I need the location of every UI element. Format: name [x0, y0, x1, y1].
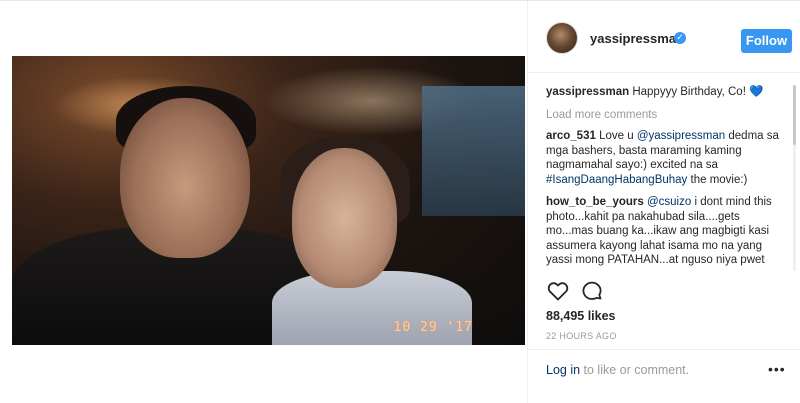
post-side-panel: yassipressman ✓ Follow yassipressman Hap…	[527, 1, 800, 403]
login-link[interactable]: Log in	[546, 363, 580, 377]
post-header: yassipressman ✓ Follow	[528, 1, 800, 73]
comment-text: the movie:)	[687, 173, 748, 186]
caption-username[interactable]: yassipressman	[546, 86, 629, 98]
person-face	[292, 148, 397, 288]
comment-mention[interactable]: @yassipressman	[637, 130, 725, 142]
comments-list: yassipressman Happyyy Birthday, Co! 💙 Lo…	[546, 85, 786, 271]
comment-text: Love u	[599, 130, 637, 142]
header-username[interactable]: yassipressman	[590, 31, 684, 46]
comment-username[interactable]: how_to_be_yours	[546, 196, 644, 208]
divider	[528, 349, 800, 350]
likes-count[interactable]: 88,495 likes	[546, 309, 616, 323]
comment-username[interactable]: arco_531	[546, 130, 596, 142]
avatar[interactable]	[546, 22, 578, 54]
comments-scrollbar[interactable]	[792, 85, 797, 271]
login-prompt: Log in to like or comment.	[546, 363, 689, 377]
more-options-icon[interactable]: •••	[768, 361, 788, 377]
login-prompt-text: to like or comment.	[580, 363, 690, 377]
background-wall	[422, 86, 525, 216]
photo-date-stamp: 10 29 '17	[393, 320, 473, 335]
post-timestamp: 22 HOURS AGO	[546, 331, 617, 341]
post-photo[interactable]: 10 29 '17	[12, 56, 525, 345]
post-caption: yassipressman Happyyy Birthday, Co! 💙	[546, 85, 786, 100]
comment-mention[interactable]: @csuizo	[647, 196, 691, 208]
verified-check-icon: ✓	[674, 32, 686, 44]
caption-text: Happyyy Birthday, Co!	[632, 86, 746, 98]
comment-hashtag[interactable]: #IsangDaangHabangBuhay	[546, 174, 687, 186]
blue-heart-emoji: 💙	[749, 86, 764, 98]
load-more-comments-button[interactable]: Load more comments	[546, 108, 786, 123]
person-face	[120, 98, 250, 258]
instagram-post: 10 29 '17 yassipressman ✓ Follow yassipr…	[0, 0, 800, 403]
comment-bubble-icon[interactable]	[580, 279, 604, 303]
follow-button[interactable]: Follow	[741, 29, 792, 53]
comment-item: how_to_be_yours @csuizo i dont mind this…	[546, 195, 786, 268]
comment-item: arco_531 Love u @yassipressman dedma sa …	[546, 129, 786, 187]
heart-outline-icon[interactable]	[546, 279, 570, 303]
